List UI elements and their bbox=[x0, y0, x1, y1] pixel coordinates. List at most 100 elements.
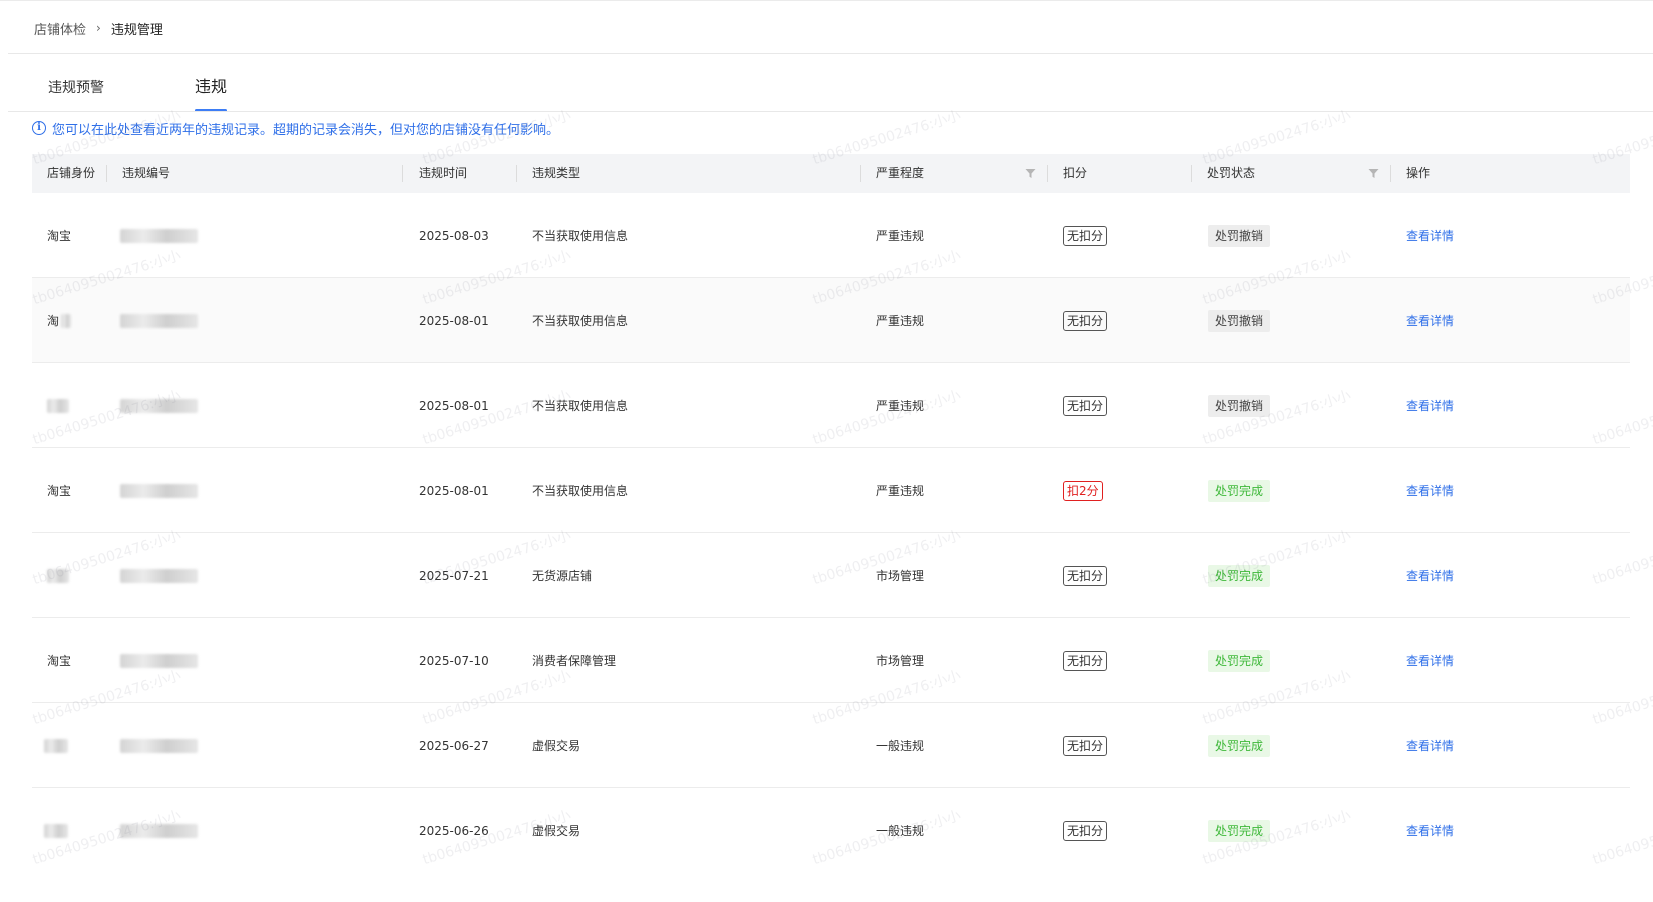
filter-icon[interactable] bbox=[1025, 168, 1036, 179]
status-cell: 处罚撤销 bbox=[1208, 193, 1271, 278]
table-row: 淘宝 2025-08-01 不当获取使用信息 严重违规 扣2分 处罚完成 查看详… bbox=[32, 448, 1630, 533]
severity-cell: 严重违规 bbox=[876, 229, 925, 243]
status-cell: 处罚完成 bbox=[1208, 703, 1271, 788]
date-cell: 2025-06-26 bbox=[419, 823, 489, 838]
shop-identity: 淘 bbox=[47, 314, 60, 328]
type-cell: 不当获取使用信息 bbox=[532, 314, 629, 328]
column-divider bbox=[1191, 165, 1192, 182]
deduction-badge: 无扣分 bbox=[1063, 395, 1108, 416]
deduction-cell: 无扣分 bbox=[1063, 278, 1108, 363]
view-details-link[interactable]: 查看详情 bbox=[1406, 312, 1454, 329]
tab-violation[interactable]: 违规 bbox=[195, 76, 228, 112]
column-header-time: 违规时间 bbox=[419, 166, 468, 180]
severity-cell: 市场管理 bbox=[876, 569, 925, 583]
status-badge: 处罚完成 bbox=[1208, 564, 1271, 587]
date-cell: 2025-08-01 bbox=[419, 483, 489, 498]
violation-id-cell bbox=[120, 193, 198, 278]
filter-icon[interactable] bbox=[1368, 168, 1379, 179]
notice-text: 您可以在此处查看近两年的违规记录。超期的记录会消失，但对您的店铺没有任何影响。 bbox=[52, 122, 560, 138]
column-divider bbox=[1047, 165, 1048, 182]
deduction-cell: 无扣分 bbox=[1063, 618, 1108, 703]
shop-cell bbox=[47, 533, 69, 618]
top-border bbox=[0, 0, 1653, 1]
tabs-divider bbox=[8, 111, 1653, 112]
status-cell: 处罚完成 bbox=[1208, 618, 1271, 703]
date-cell: 2025-08-01 bbox=[419, 398, 489, 413]
column-divider bbox=[106, 165, 107, 182]
redacted-shop bbox=[47, 398, 69, 413]
breadcrumb-parent[interactable]: 店铺体检 bbox=[34, 19, 86, 38]
action-cell: 查看详情 bbox=[1406, 618, 1454, 703]
view-details-link[interactable]: 查看详情 bbox=[1406, 482, 1454, 499]
shop-identity: 淘宝 bbox=[47, 484, 72, 498]
table-row: 淘 2025-08-01 不当获取使用信息 严重违规 无扣分 处罚撤销 查看详情 bbox=[32, 278, 1630, 363]
deduction-badge: 无扣分 bbox=[1063, 735, 1108, 756]
column-divider bbox=[516, 165, 517, 182]
header-divider bbox=[8, 53, 1653, 54]
status-badge: 处罚完成 bbox=[1208, 734, 1271, 757]
column-header-status: 处罚状态 bbox=[1207, 166, 1256, 180]
date-cell: 2025-08-01 bbox=[419, 313, 489, 328]
info-icon: i bbox=[32, 121, 46, 135]
severity-cell: 严重违规 bbox=[876, 314, 925, 328]
type-cell: 虚假交易 bbox=[532, 824, 581, 838]
column-divider bbox=[402, 165, 403, 182]
deduction-badge: 无扣分 bbox=[1063, 820, 1108, 841]
column-header-violation-id: 违规编号 bbox=[122, 166, 171, 180]
status-badge: 处罚完成 bbox=[1208, 479, 1271, 502]
deduction-cell: 无扣分 bbox=[1063, 363, 1108, 448]
redacted-violation-id bbox=[120, 738, 198, 753]
redacted-violation-id bbox=[120, 228, 198, 243]
redacted-violation-id bbox=[120, 823, 198, 838]
column-header-deduction: 扣分 bbox=[1063, 166, 1088, 180]
severity-cell: 严重违规 bbox=[876, 484, 925, 498]
violation-id-cell bbox=[120, 703, 198, 788]
severity-cell: 严重违规 bbox=[876, 399, 925, 413]
type-cell: 消费者保障管理 bbox=[532, 654, 617, 668]
shop-cell: 淘宝 bbox=[47, 448, 73, 533]
status-badge: 处罚撤销 bbox=[1208, 224, 1271, 247]
column-header-shop: 店铺身份 bbox=[47, 166, 96, 180]
view-details-link[interactable]: 查看详情 bbox=[1406, 737, 1454, 754]
table-header: 店铺身份 违规编号 违规时间 违规类型 严重程度 扣分 处罚状态 操作 bbox=[32, 154, 1630, 193]
severity-cell: 一般违规 bbox=[876, 739, 925, 753]
status-cell: 处罚完成 bbox=[1208, 533, 1271, 618]
action-cell: 查看详情 bbox=[1406, 788, 1454, 873]
redacted-shop bbox=[44, 738, 68, 753]
view-details-link[interactable]: 查看详情 bbox=[1406, 652, 1454, 669]
table-row: 2025-08-01 不当获取使用信息 严重违规 无扣分 处罚撤销 查看详情 bbox=[32, 363, 1630, 448]
deduction-badge: 无扣分 bbox=[1063, 310, 1108, 331]
status-badge: 处罚撤销 bbox=[1208, 309, 1271, 332]
status-badge: 处罚完成 bbox=[1208, 649, 1271, 672]
view-details-link[interactable]: 查看详情 bbox=[1406, 397, 1454, 414]
violation-id-cell bbox=[120, 533, 198, 618]
tab-violation-warning[interactable]: 违规预警 bbox=[48, 76, 104, 112]
status-cell: 处罚撤销 bbox=[1208, 278, 1271, 363]
view-details-link[interactable]: 查看详情 bbox=[1406, 227, 1454, 244]
action-cell: 查看详情 bbox=[1406, 448, 1454, 533]
shop-cell: 淘宝 bbox=[47, 618, 73, 703]
table-row: 淘宝 2025-07-10 消费者保障管理 市场管理 无扣分 处罚完成 查看详情 bbox=[32, 618, 1630, 703]
status-cell: 处罚完成 bbox=[1208, 448, 1271, 533]
deduction-badge: 无扣分 bbox=[1063, 650, 1108, 671]
shop-cell: 淘宝 bbox=[47, 193, 73, 278]
date-cell: 2025-07-10 bbox=[419, 653, 489, 668]
breadcrumb-current: 违规管理 bbox=[110, 22, 163, 38]
date-cell: 2025-07-21 bbox=[419, 568, 489, 583]
date-cell: 2025-08-03 bbox=[419, 228, 489, 243]
deduction-badge: 无扣分 bbox=[1063, 565, 1108, 586]
deduction-cell: 无扣分 bbox=[1063, 703, 1108, 788]
violation-id-cell bbox=[120, 448, 198, 533]
column-header-type: 违规类型 bbox=[532, 166, 581, 180]
table-body: 淘宝 2025-08-03 不当获取使用信息 严重违规 无扣分 处罚撤销 查看详… bbox=[32, 193, 1630, 873]
column-divider bbox=[1390, 165, 1391, 182]
action-cell: 查看详情 bbox=[1406, 193, 1454, 278]
table-row: 2025-06-26 虚假交易 一般违规 无扣分 处罚完成 查看详情 bbox=[32, 788, 1630, 873]
deduction-badge: 扣2分 bbox=[1063, 480, 1103, 501]
chevron-right-icon: › bbox=[96, 21, 101, 35]
severity-cell: 一般违规 bbox=[876, 824, 925, 838]
column-header-severity: 严重程度 bbox=[876, 166, 925, 180]
view-details-link[interactable]: 查看详情 bbox=[1406, 822, 1454, 839]
view-details-link[interactable]: 查看详情 bbox=[1406, 567, 1454, 584]
date-cell: 2025-06-27 bbox=[419, 738, 489, 753]
